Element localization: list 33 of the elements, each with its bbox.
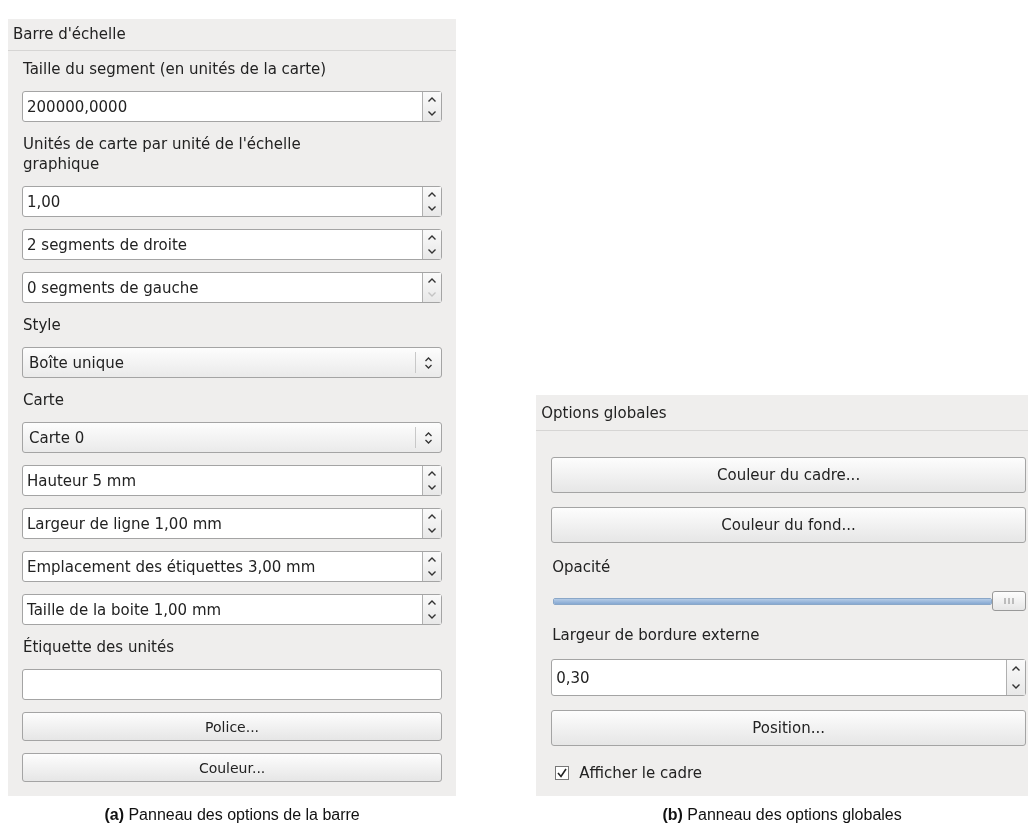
spin-box[interactable]: Emplacement des étiquettes 3,00 mm — [22, 551, 443, 582]
up-down-icon — [424, 430, 434, 445]
figure-caption: (b) Panneau des options globales — [662, 806, 902, 824]
checkbox-label: Afficher le cadre — [579, 764, 703, 782]
field-label: Opacité — [551, 557, 612, 577]
up-down-icon — [424, 355, 434, 370]
text-field[interactable] — [22, 669, 443, 700]
field-label: Carte — [22, 390, 65, 410]
dropdown[interactable]: Carte 0 — [22, 422, 443, 453]
push-button[interactable]: Position... — [551, 710, 1026, 746]
figure-caption: (a) Panneau des options de la barre — [104, 806, 360, 824]
push-button[interactable]: Couleur du cadre... — [551, 457, 1026, 493]
spin-box[interactable]: 1,00 — [22, 186, 443, 217]
push-button[interactable]: Couleur... — [22, 753, 443, 782]
spin-box[interactable]: 0,30 — [551, 659, 1026, 696]
slider-handle[interactable] — [992, 591, 1026, 611]
field-label: Taille du segment (en unités de la carte) — [22, 59, 328, 79]
field-label: Largeur de bordure externe — [551, 625, 761, 645]
field-label: Unités de carte par unité de l'échelle graphique — [22, 134, 302, 174]
dropdown[interactable]: Boîte unique — [22, 347, 443, 378]
spin-box[interactable]: Taille de la boite 1,00 mm — [22, 594, 443, 625]
spin-box[interactable]: 0 segments de gauche — [22, 272, 443, 303]
panel-title: Options globales — [536, 395, 1028, 431]
spin-box[interactable]: Largeur de ligne 1,00 mm — [22, 508, 443, 539]
spin-box[interactable]: 200000,0000 — [22, 91, 443, 122]
field-label: Style — [22, 315, 62, 335]
push-button[interactable]: Police... — [22, 712, 443, 741]
field-label: Étiquette des unités — [22, 637, 175, 657]
push-button[interactable]: Couleur du fond... — [551, 507, 1026, 543]
spin-box[interactable]: 2 segments de droite — [22, 229, 443, 260]
panel-title: Barre d'échelle — [8, 19, 457, 51]
spin-box[interactable]: Hauteur 5 mm — [22, 465, 443, 496]
checkbox[interactable] — [555, 766, 570, 780]
